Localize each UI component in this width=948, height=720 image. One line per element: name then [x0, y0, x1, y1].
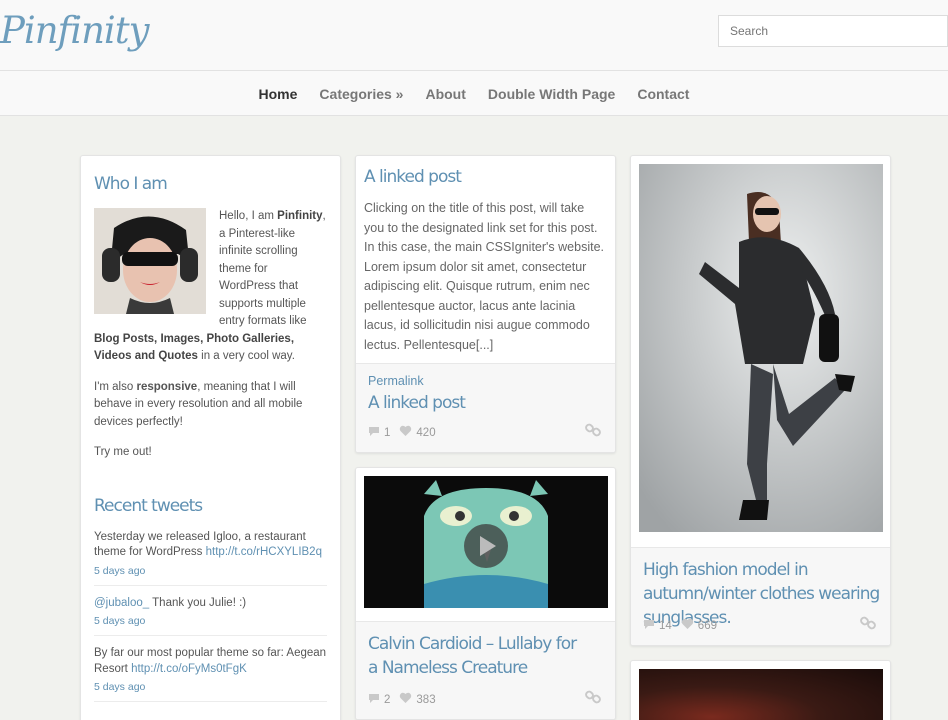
sidebar: Who I am Hello, I am Pinfinity, a Pinter…: [80, 155, 341, 720]
tweet-item: Yesterday we released Igloo, a restauran…: [94, 530, 327, 586]
post-meta: 2 383: [368, 692, 445, 707]
like-count: 669: [697, 619, 717, 632]
about-widget-title: Who I am: [94, 174, 168, 194]
tweet-time[interactable]: 5 days ago: [94, 681, 327, 693]
about-resp-bold: responsive: [136, 380, 198, 393]
heart-icon[interactable]: [681, 618, 694, 633]
post-video: Calvin Cardioid – Lullaby for a Nameless…: [355, 467, 616, 720]
tweets-widget-title: Recent tweets: [94, 495, 203, 516]
post-title[interactable]: Calvin Cardioid – Lullaby for a Nameless…: [368, 632, 578, 680]
site-logo[interactable]: Pinfinity: [0, 9, 150, 52]
header: Pinfinity: [0, 0, 948, 71]
search-input[interactable]: [718, 15, 948, 47]
about-intro-text: Hello, I am: [219, 210, 278, 222]
tweet-link[interactable]: http://t.co/oFyMs0tFgK: [131, 663, 247, 675]
nav-about[interactable]: About: [425, 86, 465, 102]
about-avatar-image: [94, 208, 206, 314]
post-title[interactable]: A linked post: [364, 165, 607, 189]
comment-icon: [643, 619, 655, 633]
link-icon[interactable]: [585, 690, 601, 709]
comment-count[interactable]: 14: [659, 620, 672, 632]
post-excerpt: Clicking on the title of this post, will…: [364, 201, 604, 352]
post-footer: High fashion model in autumn/winter clot…: [631, 547, 890, 645]
like-count: 383: [416, 693, 436, 706]
tweet-text: Thank you Julie! :): [149, 596, 247, 609]
nav-categories[interactable]: Categories »: [319, 86, 403, 102]
post-linked: A linked post Clicking on the title of t…: [355, 155, 616, 453]
about-resp-text: I'm also: [94, 380, 137, 393]
like-count: 420: [416, 426, 436, 439]
about-intro-text-2: , a Pinterest-like infinite scrolling th…: [219, 210, 326, 327]
link-icon[interactable]: [585, 423, 601, 442]
next-post-image[interactable]: [639, 669, 883, 720]
tweet-item: By far our most popular theme so far: Ae…: [94, 646, 327, 702]
link-icon[interactable]: [860, 616, 876, 635]
post-footer: Permalink A linked post 1 420: [356, 363, 615, 452]
permalink-title[interactable]: A linked post: [368, 391, 466, 415]
comment-icon: [368, 426, 380, 440]
about-try: Try me out!: [94, 446, 152, 458]
tweet-link[interactable]: http://t.co/rHCXYLIB2q: [206, 546, 322, 558]
tweet-item: @jubaloo_ Thank you Julie! :) 5 days ago: [94, 596, 327, 636]
main-navigation: Home Categories » About Double Width Pag…: [0, 71, 948, 116]
about-responsive: I'm also responsive, meaning that I will…: [94, 379, 327, 432]
tweet-time[interactable]: 5 days ago: [94, 615, 327, 627]
nav-double-width-page[interactable]: Double Width Page: [488, 86, 615, 102]
about-intro-text-3: in a very cool way.: [197, 350, 295, 362]
post-meta: 14 669: [643, 618, 726, 633]
comment-count[interactable]: 2: [384, 694, 390, 706]
tweet-time[interactable]: 5 days ago: [94, 565, 327, 577]
comment-icon: [368, 693, 380, 707]
post-image-fashion: High fashion model in autumn/winter clot…: [630, 155, 891, 646]
permalink-link[interactable]: Permalink: [368, 374, 424, 388]
post-meta: 1 420: [368, 425, 445, 440]
post-image-next: [630, 660, 891, 720]
post-footer: Calvin Cardioid – Lullaby for a Nameless…: [356, 621, 615, 719]
nav-home[interactable]: Home: [259, 86, 298, 102]
video-thumbnail[interactable]: [364, 476, 608, 608]
heart-icon[interactable]: [399, 692, 412, 707]
comment-count[interactable]: 1: [384, 427, 390, 439]
about-intro-name: Pinfinity: [277, 210, 323, 222]
tweet-mention[interactable]: @jubaloo_: [94, 597, 149, 609]
heart-icon[interactable]: [399, 425, 412, 440]
fashion-image[interactable]: [639, 164, 883, 532]
nav-contact[interactable]: Contact: [637, 86, 689, 102]
